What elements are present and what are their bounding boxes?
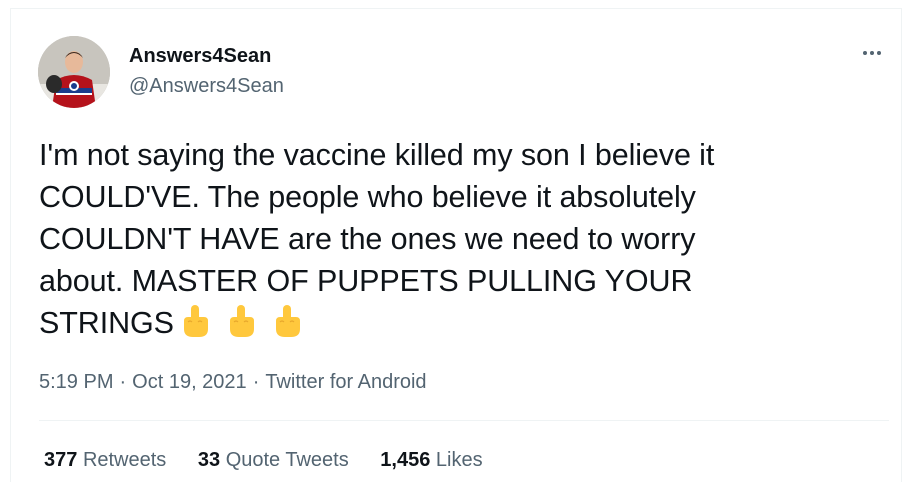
author-handle[interactable]: @Answers4Sean — [129, 73, 284, 99]
avatar-image — [38, 36, 110, 108]
tweet-text-line: COULD'VE. The people who believe it abso… — [39, 180, 696, 214]
tweet-text: I'm not saying the vaccine killed my son… — [39, 134, 859, 344]
likes-stat[interactable]: 1,456 Likes — [380, 447, 482, 473]
tweet-source-link[interactable]: Twitter for Android — [265, 371, 426, 393]
retweets-stat[interactable]: 377 Retweets — [44, 447, 166, 473]
retweets-count: 377 — [44, 449, 78, 471]
quote-tweets-stat[interactable]: 33 Quote Tweets — [198, 447, 349, 473]
more-options-button[interactable] — [857, 41, 887, 65]
avatar[interactable] — [38, 36, 110, 108]
divider — [39, 420, 889, 421]
author-display-name[interactable]: Answers4Sean — [129, 43, 271, 69]
tweet-text-line: about. MASTER OF PUPPETS PULLING YOUR — [39, 264, 693, 298]
tweet-time[interactable]: 5:19 PM — [39, 371, 113, 393]
tweet-meta: 5:19 PM · Oct 19, 2021 · Twitter for Android — [39, 369, 427, 395]
tweet-card: Answers4Sean @Answers4Sean I'm not sayin… — [10, 8, 902, 482]
quote-tweets-label: Quote Tweets — [225, 449, 349, 471]
tweet-date[interactable]: Oct 19, 2021 — [132, 371, 247, 393]
quote-tweets-count: 33 — [197, 449, 221, 471]
meta-separator: · — [119, 371, 127, 393]
meta-separator: · — [252, 371, 260, 393]
likes-count: 1,456 — [380, 449, 431, 471]
middle-finger-emoji-icon — [183, 305, 208, 337]
retweets-label: Retweets — [82, 449, 167, 471]
tweet-text-line: STRINGS — [39, 306, 174, 340]
more-dot-icon — [877, 51, 881, 55]
tweet-text-last-line: STRINGS — [39, 302, 859, 344]
middle-finger-emoji-icon — [229, 305, 254, 337]
more-dot-icon — [870, 51, 874, 55]
emoji-group — [178, 302, 316, 344]
tweet-stats: 377 Retweets 33 Quote Tweets 1,456 Likes — [44, 447, 509, 473]
tweet-text-line: COULDN'T HAVE are the ones we need to wo… — [39, 222, 696, 256]
middle-finger-emoji-icon — [275, 305, 300, 337]
more-dot-icon — [863, 51, 867, 55]
likes-label: Likes — [435, 449, 483, 471]
tweet-text-line: I'm not saying the vaccine killed my son… — [39, 138, 715, 172]
